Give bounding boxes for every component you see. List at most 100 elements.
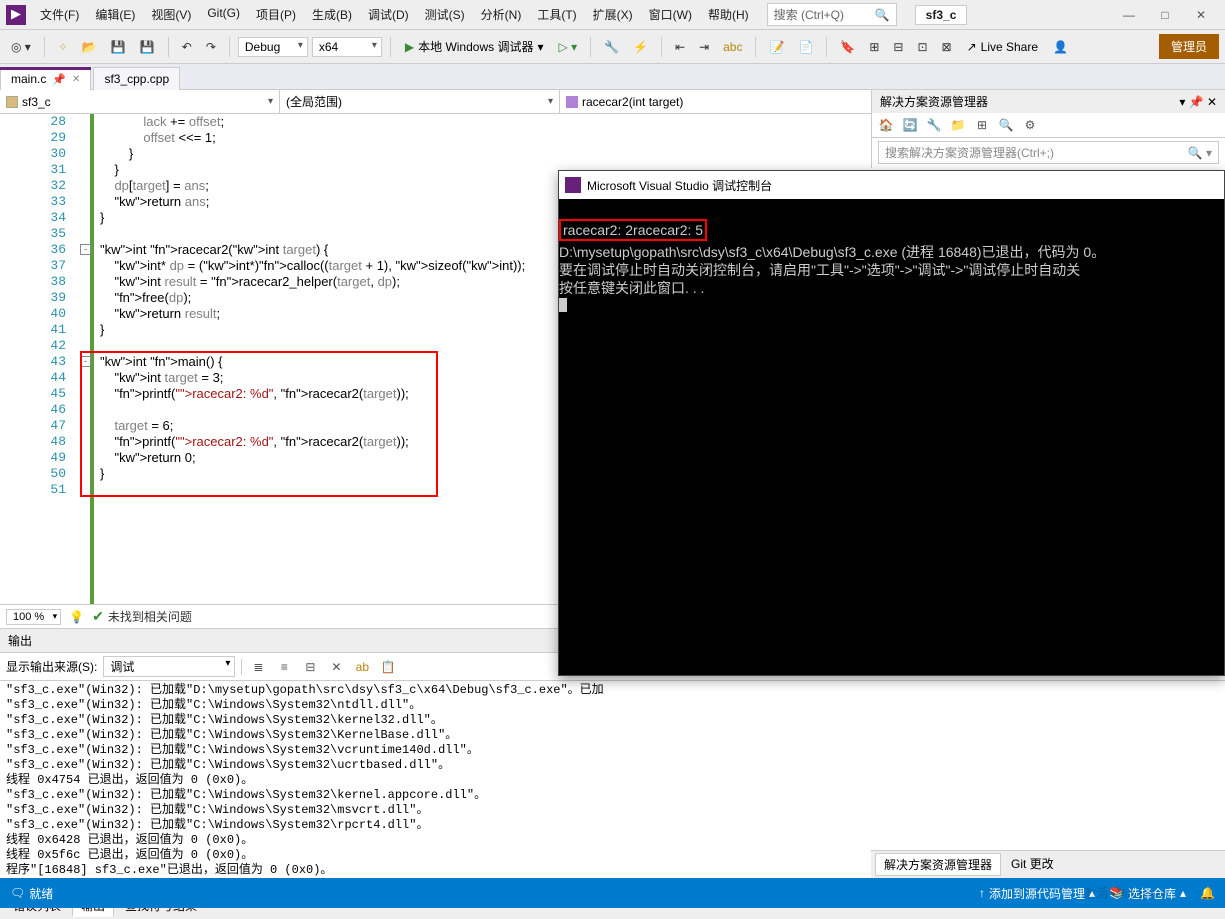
rp-btn-6[interactable]: 🔍 — [996, 116, 1016, 134]
rp-btn-2[interactable]: 🔄 — [900, 116, 920, 134]
code-line[interactable]: } — [100, 162, 119, 177]
console-highlight: racecar2: 2racecar2: 5 — [559, 219, 707, 241]
menu-item[interactable]: 测试(S) — [417, 2, 473, 27]
code-line[interactable]: lack += offset; — [100, 114, 224, 129]
menu-item[interactable]: 项目(P) — [248, 2, 304, 27]
new-button[interactable]: ✧ — [53, 37, 73, 57]
nav-project-combo[interactable]: sf3_c — [0, 90, 280, 113]
nav-function-label: racecar2(int target) — [582, 95, 683, 109]
menu-item[interactable]: 工具(T) — [529, 2, 584, 27]
format-button[interactable]: abc — [718, 37, 747, 57]
save-all-button[interactable]: 💾 — [135, 37, 160, 57]
add-source-control-button[interactable]: ↑ 添加到源代码管理 ▴ — [979, 885, 1095, 902]
nav-back-button[interactable]: ◎ ▾ — [6, 37, 36, 57]
code-line[interactable]: "kw">int* dp = ("kw">int*)"fn">calloc((t… — [100, 258, 525, 273]
tb-misc-2[interactable]: ⊟ — [888, 37, 908, 57]
issues-indicator[interactable]: ✔ 未找到相关问题 — [92, 608, 192, 625]
platform-combo[interactable]: x64 — [312, 37, 382, 57]
line-number: 36 — [36, 242, 66, 257]
redo-button[interactable]: ↷ — [201, 37, 221, 57]
tab-git-changes[interactable]: Git 更改 — [1003, 853, 1062, 876]
home-button[interactable]: 🏠 — [876, 116, 896, 134]
config-combo[interactable]: Debug — [238, 37, 308, 57]
line-number: 33 — [36, 194, 66, 209]
out-btn-1[interactable]: ≣ — [248, 658, 268, 676]
close-icon[interactable]: ✕ — [72, 74, 80, 85]
indent-left-button[interactable]: ⇤ — [670, 37, 690, 57]
code-editor[interactable]: 2829303132333435363738394041424344454647… — [0, 114, 555, 604]
out-btn-5[interactable]: ab — [352, 658, 372, 676]
code-line[interactable]: } — [100, 146, 133, 161]
tb-misc-3[interactable]: ⊡ — [912, 37, 932, 57]
document-tabs: main.c 📌 ✕ sf3_cpp.cpp — [0, 64, 1225, 90]
solution-search[interactable]: 搜索解决方案资源管理器(Ctrl+;) 🔍 ▾ — [878, 141, 1219, 164]
pin-icon[interactable]: 📌 — [52, 73, 66, 86]
tab-solution-explorer[interactable]: 解决方案资源管理器 — [875, 853, 1001, 876]
rp-btn-3[interactable]: 🔧 — [924, 116, 944, 134]
code-line[interactable]: offset <<= 1; — [100, 130, 216, 145]
menu-item[interactable]: 文件(F) — [32, 2, 87, 27]
minimize-button[interactable]: — — [1111, 3, 1147, 27]
menu-item[interactable]: 调试(D) — [360, 2, 417, 27]
panel-menu-icon[interactable]: ▾ 📌 ✕ — [1179, 95, 1217, 109]
out-btn-3[interactable]: ⊟ — [300, 658, 320, 676]
menu-item[interactable]: 帮助(H) — [700, 2, 757, 27]
menu-item[interactable]: 视图(V) — [143, 2, 199, 27]
out-btn-6[interactable]: 📋 — [378, 658, 398, 676]
menu-item[interactable]: 窗口(W) — [641, 2, 700, 27]
zoom-combo[interactable]: 100 % — [6, 609, 61, 625]
code-line[interactable]: } — [100, 210, 104, 225]
search-box[interactable]: 搜索 (Ctrl+Q) 🔍 — [767, 3, 897, 26]
menu-item[interactable]: 分析(N) — [473, 2, 530, 27]
rp-btn-7[interactable]: ⚙ — [1020, 116, 1040, 134]
maximize-button[interactable]: □ — [1147, 3, 1183, 27]
nav-project-label: sf3_c — [22, 95, 51, 109]
open-button[interactable]: 📂 — [77, 37, 102, 57]
gutter: 2829303132333435363738394041424344454647… — [0, 114, 80, 604]
start-no-debug-button[interactable]: ▷ ▾ — [554, 37, 583, 57]
menu-item[interactable]: 编辑(E) — [87, 2, 143, 27]
nav-scope-combo[interactable]: (全局范围) — [280, 90, 560, 113]
lightbulb-icon[interactable]: 💡 — [69, 610, 84, 624]
rp-btn-5[interactable]: ⊞ — [972, 116, 992, 134]
menu-item[interactable]: 扩展(X) — [585, 2, 641, 27]
console-icon — [565, 177, 581, 193]
play-icon: ▶ — [405, 40, 414, 54]
save-button[interactable]: 💾 — [106, 37, 131, 57]
tb-misc-1[interactable]: ⊞ — [864, 37, 884, 57]
console-titlebar[interactable]: Microsoft Visual Studio 调试控制台 — [559, 171, 1224, 199]
tb-icon-1[interactable]: 🔧 — [599, 37, 624, 57]
code-line[interactable]: "kw">return ans; — [100, 194, 209, 209]
console-body[interactable]: racecar2: 2racecar2: 5 D:\mysetup\gopath… — [559, 199, 1224, 333]
comment-button[interactable]: 📝 — [764, 37, 789, 57]
bookmark-button[interactable]: 🔖 — [835, 37, 860, 57]
output-source-combo[interactable]: 调试 — [103, 656, 235, 677]
clear-button[interactable]: ✕ — [326, 658, 346, 676]
out-btn-2[interactable]: ≡ — [274, 658, 294, 676]
code-line[interactable]: "kw">return result; — [100, 306, 220, 321]
code-line[interactable]: "fn">free(dp); — [100, 290, 191, 305]
line-number: 50 — [36, 466, 66, 481]
code-line[interactable]: dp[target] = ans; — [100, 178, 209, 193]
undo-button[interactable]: ↶ — [177, 37, 197, 57]
uncomment-button[interactable]: 📄 — [793, 37, 818, 57]
code-line[interactable]: "kw">int "fn">racecar2("kw">int target) … — [100, 242, 328, 257]
menu-item[interactable]: 生成(B) — [304, 2, 360, 27]
tab-label: main.c — [11, 72, 46, 86]
menu-item[interactable]: Git(G) — [199, 2, 248, 27]
fold-toggle[interactable]: - — [80, 244, 91, 255]
notifications-button[interactable]: 🔔 — [1200, 886, 1215, 900]
tab-main-c[interactable]: main.c 📌 ✕ — [0, 67, 91, 90]
rp-btn-4[interactable]: 📁 — [948, 116, 968, 134]
code-line[interactable]: "kw">int result = "fn">racecar2_helper(t… — [100, 274, 400, 289]
code-line[interactable]: } — [100, 322, 104, 337]
tb-icon-2[interactable]: ⚡ — [628, 37, 653, 57]
live-share-label: Live Share — [981, 40, 1038, 54]
feedback-button[interactable]: 👤 — [1048, 37, 1073, 57]
indent-right-button[interactable]: ⇥ — [694, 37, 714, 57]
tb-misc-4[interactable]: ⊠ — [937, 37, 957, 57]
live-share-button[interactable]: ↗ Live Share — [961, 38, 1044, 56]
tab-sf3-cpp[interactable]: sf3_cpp.cpp — [93, 67, 180, 90]
close-button[interactable]: ✕ — [1183, 3, 1219, 27]
run-button[interactable]: ▶ 本地 Windows 调试器 ▾ — [399, 36, 550, 57]
